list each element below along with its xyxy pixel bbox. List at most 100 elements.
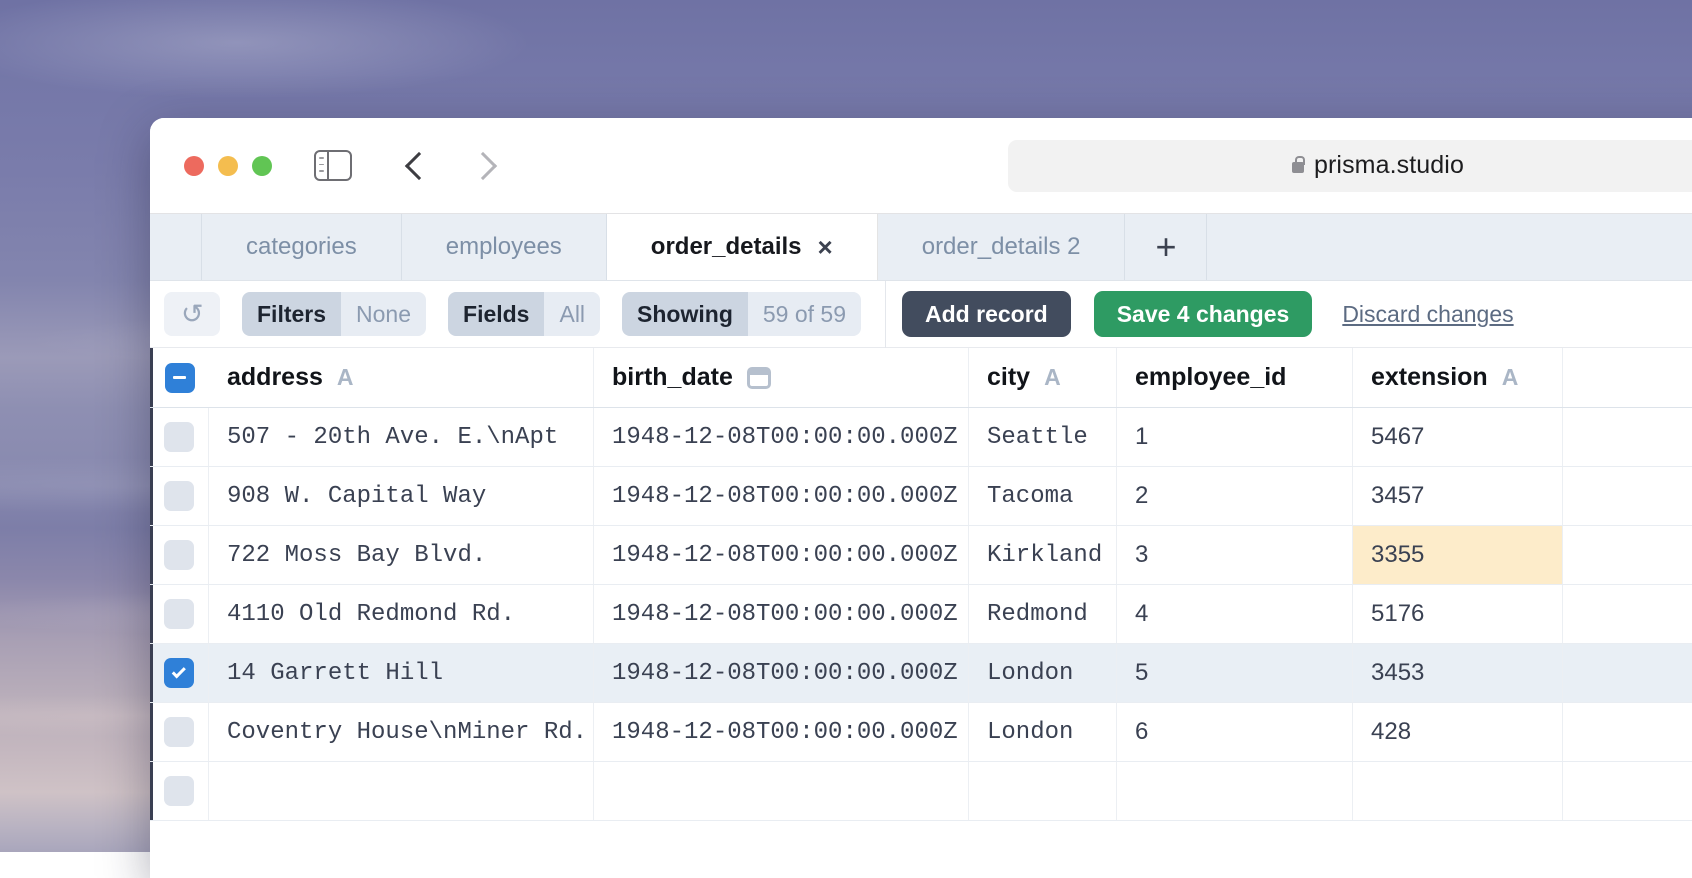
cell-birth-date[interactable]: 1948-12-08T00:00:00.000Z <box>594 467 969 525</box>
cell-extension[interactable] <box>1353 762 1563 820</box>
cell-extension[interactable]: 428 <box>1353 703 1563 761</box>
cell-employee-id[interactable]: 5 <box>1117 644 1353 702</box>
cell-address[interactable]: 722 Moss Bay Blvd. <box>209 526 594 584</box>
cell-address[interactable]: 14 Garrett Hill <box>209 644 594 702</box>
filters-control[interactable]: Filters None <box>242 292 426 336</box>
cell-employee-id[interactable]: 1 <box>1117 408 1353 466</box>
row-select-cell[interactable] <box>150 467 209 525</box>
cell-birth-date[interactable]: 1948-12-08T00:00:00.000Z <box>594 526 969 584</box>
cell-address[interactable]: 4110 Old Redmond Rd. <box>209 585 594 643</box>
add-tab-button[interactable]: + <box>1125 214 1207 280</box>
showing-control[interactable]: Showing 59 of 59 <box>622 292 861 336</box>
select-all-checkbox[interactable] <box>165 363 195 393</box>
tab-categories[interactable]: categories <box>202 214 402 280</box>
close-window-button[interactable] <box>184 156 204 176</box>
table-row[interactable]: 14 Garrett Hill 1948-12-08T00:00:00.000Z… <box>150 644 1692 703</box>
cell-city[interactable] <box>969 762 1117 820</box>
cell-employee-id[interactable]: 6 <box>1117 703 1353 761</box>
save-changes-button[interactable]: Save 4 changes <box>1094 291 1313 337</box>
cell-address[interactable]: Coventry House\nMiner Rd. <box>209 703 594 761</box>
cell-city[interactable]: Tacoma <box>969 467 1117 525</box>
cell-birth-date[interactable]: 1948-12-08T00:00:00.000Z <box>594 644 969 702</box>
cell-address[interactable] <box>209 762 594 820</box>
row-checkbox[interactable] <box>164 717 194 747</box>
forward-button[interactable] <box>460 143 506 189</box>
row-checkbox[interactable] <box>164 422 194 452</box>
cell-employee-id[interactable]: 2 <box>1117 467 1353 525</box>
row-checkbox[interactable] <box>164 658 194 688</box>
refresh-button[interactable]: ↻ <box>164 292 220 336</box>
cell-birth-date[interactable]: 1948-12-08T00:00:00.000Z <box>594 585 969 643</box>
cell-city[interactable]: Redmond <box>969 585 1117 643</box>
cell-city[interactable]: Seattle <box>969 408 1117 466</box>
filters-label: Filters <box>242 292 341 336</box>
cell-birth-date[interactable]: 1948-12-08T00:00:00.000Z <box>594 408 969 466</box>
close-icon[interactable]: × <box>818 234 833 260</box>
row-checkbox[interactable] <box>164 599 194 629</box>
row-checkbox[interactable] <box>164 776 194 806</box>
column-header-employee-id[interactable]: employee_id <box>1117 348 1353 407</box>
tab-order-details[interactable]: order_details × <box>607 214 878 280</box>
cell-extension[interactable]: 3453 <box>1353 644 1563 702</box>
maximize-window-button[interactable] <box>252 156 272 176</box>
cell-trailing <box>1563 585 1692 643</box>
chevron-right-icon <box>469 151 497 179</box>
cell-birth-date[interactable] <box>594 762 969 820</box>
table-row[interactable] <box>150 762 1692 821</box>
address-bar[interactable]: prisma.studio <box>1008 140 1692 192</box>
browser-titlebar: prisma.studio <box>150 118 1692 214</box>
row-select-cell[interactable] <box>150 703 209 761</box>
back-button[interactable] <box>396 143 442 189</box>
table-row[interactable]: 722 Moss Bay Blvd. 1948-12-08T00:00:00.0… <box>150 526 1692 585</box>
row-checkbox[interactable] <box>164 540 194 570</box>
column-header-trailing <box>1563 348 1692 407</box>
cell-city[interactable]: Kirkland <box>969 526 1117 584</box>
address-bar-url: prisma.studio <box>1314 151 1464 180</box>
row-select-cell[interactable] <box>150 585 209 643</box>
cell-extension-edited[interactable]: 3355 <box>1353 526 1563 584</box>
table-row[interactable]: 908 W. Capital Way 1948-12-08T00:00:00.0… <box>150 467 1692 526</box>
cell-address[interactable]: 908 W. Capital Way <box>209 467 594 525</box>
grid-left-rail <box>150 348 153 407</box>
calendar-type-icon <box>747 367 771 389</box>
cell-extension[interactable]: 5467 <box>1353 408 1563 466</box>
discard-changes-link[interactable]: Discard changes <box>1342 301 1513 328</box>
column-header-city[interactable]: city A <box>969 348 1117 407</box>
cell-extension[interactable]: 3457 <box>1353 467 1563 525</box>
tab-employees[interactable]: employees <box>402 214 607 280</box>
row-select-cell[interactable] <box>150 762 209 820</box>
sidebar-toggle-icon[interactable] <box>314 150 352 181</box>
row-checkbox[interactable] <box>164 481 194 511</box>
chevron-left-icon <box>405 151 433 179</box>
grid-toolbar: ↻ Filters None Fields All Showing 59 of … <box>150 281 1692 348</box>
column-header-label: employee_id <box>1135 363 1286 392</box>
tab-order-details-2[interactable]: order_details 2 <box>878 214 1126 280</box>
row-select-cell[interactable] <box>150 408 209 466</box>
fields-control[interactable]: Fields All <box>448 292 600 336</box>
grid-left-rail <box>150 408 153 466</box>
column-header-birth-date[interactable]: birth_date <box>594 348 969 407</box>
cell-birth-date[interactable]: 1948-12-08T00:00:00.000Z <box>594 703 969 761</box>
row-select-cell[interactable] <box>150 526 209 584</box>
grid-header-row: address A birth_date city A employee_id … <box>150 348 1692 408</box>
table-row[interactable]: 4110 Old Redmond Rd. 1948-12-08T00:00:00… <box>150 585 1692 644</box>
tab-label: order_details <box>651 233 802 261</box>
cell-city[interactable]: London <box>969 703 1117 761</box>
cell-address[interactable]: 507 - 20th Ave. E.\nApt <box>209 408 594 466</box>
fields-value: All <box>544 292 600 336</box>
cell-employee-id[interactable]: 4 <box>1117 585 1353 643</box>
minimize-window-button[interactable] <box>218 156 238 176</box>
table-row[interactable]: 507 - 20th Ave. E.\nApt 1948-12-08T00:00… <box>150 408 1692 467</box>
table-row[interactable]: Coventry House\nMiner Rd. 1948-12-08T00:… <box>150 703 1692 762</box>
add-record-button[interactable]: Add record <box>902 291 1071 337</box>
row-select-cell[interactable] <box>150 644 209 702</box>
column-header-label: extension <box>1371 363 1488 392</box>
column-header-address[interactable]: address A <box>209 348 594 407</box>
text-type-icon: A <box>1502 364 1519 391</box>
cell-employee-id[interactable] <box>1117 762 1353 820</box>
cell-extension[interactable]: 5176 <box>1353 585 1563 643</box>
column-header-extension[interactable]: extension A <box>1353 348 1563 407</box>
cell-employee-id[interactable]: 3 <box>1117 526 1353 584</box>
cell-city[interactable]: London <box>969 644 1117 702</box>
select-all-cell[interactable] <box>150 348 209 407</box>
